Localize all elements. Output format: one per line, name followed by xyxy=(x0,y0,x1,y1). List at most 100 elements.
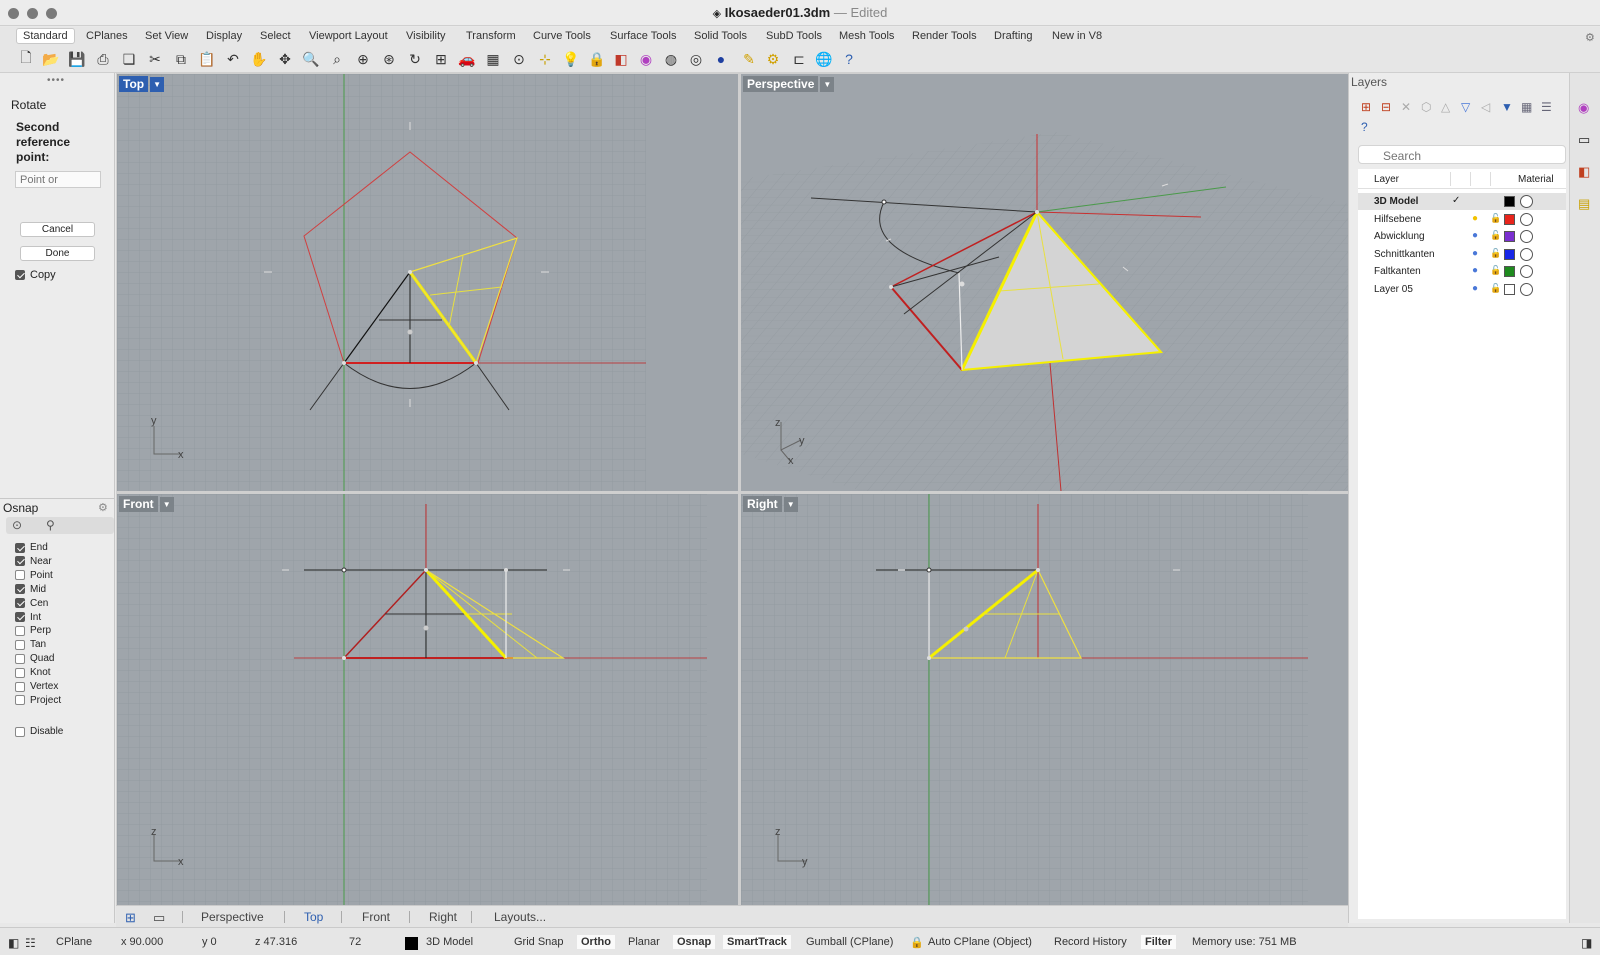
print-icon[interactable]: ⎙ xyxy=(94,50,112,68)
lock-icon[interactable]: 🔒 xyxy=(588,50,606,68)
single-view-layout-icon[interactable]: ▭ xyxy=(153,910,165,926)
paste-icon[interactable]: 📋 xyxy=(198,50,216,68)
tab-set-view[interactable]: Set View xyxy=(145,30,188,42)
viewport-front[interactable]: z x Front ▼ xyxy=(117,494,738,905)
pan-hand-icon[interactable]: ✋ xyxy=(250,50,268,68)
light-bulb-icon[interactable]: 💡 xyxy=(562,50,580,68)
new-sublayer-icon[interactable]: ⊟ xyxy=(1381,100,1391,114)
osnap-checkbox[interactable] xyxy=(15,612,25,622)
viewport-top[interactable]: y x Top ▼ xyxy=(117,74,738,491)
toolbar-settings-icon[interactable]: ⚙ xyxy=(1585,31,1595,44)
vtab-perspective[interactable]: Perspective xyxy=(201,910,264,924)
layer-row[interactable]: 3D Model ✓ xyxy=(1358,193,1566,210)
delete-layer-icon[interactable]: ✕ xyxy=(1401,100,1411,114)
dimension-icon[interactable]: ⊏ xyxy=(790,50,808,68)
unlock-icon[interactable]: 🔓 xyxy=(1490,265,1501,276)
move-view-icon[interactable]: ✥ xyxy=(276,50,294,68)
status-osnap[interactable]: Osnap xyxy=(673,935,716,949)
tab-standard[interactable]: Standard xyxy=(16,28,75,44)
layer-search-input[interactable] xyxy=(1358,145,1566,164)
osnap-settings-icon[interactable]: ⚙ xyxy=(98,501,108,514)
status-record-history[interactable]: Record History xyxy=(1054,936,1127,948)
osnap-checkbox[interactable] xyxy=(15,584,25,595)
status-gumball[interactable]: Gumball (CPlane) xyxy=(806,936,893,948)
osnap-filter-icon[interactable]: ⚲ xyxy=(46,518,55,532)
vtab-layouts[interactable]: Layouts... xyxy=(494,910,546,924)
tab-visibility[interactable]: Visibility xyxy=(406,30,446,42)
tab-surface-tools[interactable]: Surface Tools xyxy=(610,30,676,42)
car-icon[interactable]: 🚗 xyxy=(458,50,476,68)
status-smarttrack[interactable]: SmartTrack xyxy=(723,935,791,949)
copy-icon[interactable]: ⧉ xyxy=(172,50,190,68)
osnap-checkbox[interactable] xyxy=(15,598,25,609)
vtab-top[interactable]: Top xyxy=(304,910,323,924)
layers-icon[interactable]: ◧ xyxy=(612,50,630,68)
tab-new-in-v8[interactable]: New in V8 xyxy=(1052,30,1102,42)
status-filter[interactable]: Filter xyxy=(1141,935,1176,949)
unlock-icon[interactable]: 🔓 xyxy=(1490,230,1501,241)
zoom-extents-icon[interactable]: ⊕ xyxy=(354,50,372,68)
osnap-option-knot[interactable]: Knot xyxy=(15,667,51,678)
osnap-option-vertex[interactable]: Vertex xyxy=(15,681,58,692)
osnap-option-near[interactable]: Near xyxy=(15,556,52,567)
vtab-front[interactable]: Front xyxy=(362,910,390,924)
save-icon[interactable]: 💾 xyxy=(68,50,86,68)
layer-material-swatch[interactable] xyxy=(1520,230,1533,244)
unlock-icon[interactable]: 🔓 xyxy=(1490,213,1501,224)
tab-cplanes[interactable]: CPlanes xyxy=(86,30,128,42)
osnap-disable-option[interactable]: Disable xyxy=(15,726,63,737)
osnap-checkbox[interactable] xyxy=(15,667,25,678)
layer-cube-icon[interactable]: ⬡ xyxy=(1421,100,1431,114)
copy-clip-icon[interactable]: ❏ xyxy=(120,50,138,68)
help-icon[interactable]: ? xyxy=(1361,120,1368,134)
status-grid-snap[interactable]: Grid Snap xyxy=(514,936,564,948)
four-viewports-icon[interactable]: ⊞ xyxy=(432,50,450,68)
tab-render-tools[interactable]: Render Tools xyxy=(912,30,977,42)
osnap-target-icon[interactable]: ⊙ xyxy=(12,518,22,532)
tab-mesh-tools[interactable]: Mesh Tools xyxy=(839,30,894,42)
osnap-checkbox[interactable] xyxy=(15,653,25,664)
grid-plane-icon[interactable]: ▦ xyxy=(484,50,502,68)
osnap-checkbox[interactable] xyxy=(15,556,25,567)
layer-material-swatch[interactable] xyxy=(1520,247,1533,261)
status-layer[interactable]: 3D Model xyxy=(426,936,473,948)
status-cplane[interactable]: CPlane xyxy=(56,936,92,948)
vtab-right[interactable]: Right xyxy=(429,910,457,924)
layer-row[interactable]: Faltkanten ● 🔓 xyxy=(1358,263,1566,280)
filter-icon[interactable]: ▼ xyxy=(1501,100,1513,114)
unlock-icon[interactable]: 🔓 xyxy=(1490,283,1501,294)
layer-color-swatch[interactable] xyxy=(1504,248,1515,260)
open-file-icon[interactable]: 📂 xyxy=(42,50,60,68)
layer-color-swatch[interactable] xyxy=(1504,231,1515,243)
tab-drafting[interactable]: Drafting xyxy=(994,30,1033,42)
panel-grip[interactable]: •••• xyxy=(47,75,65,86)
viewport-perspective[interactable]: z y x Perspective ▼ xyxy=(741,74,1348,491)
new-file-icon[interactable]: 🗋 xyxy=(17,49,35,68)
sidebar-toggle-icon[interactable]: ◧ xyxy=(8,936,19,950)
chevron-down-icon[interactable]: ▼ xyxy=(783,496,798,512)
layer-color-swatch[interactable] xyxy=(1504,213,1515,225)
chevron-down-icon[interactable]: ▼ xyxy=(159,496,174,512)
osnap-checkbox[interactable] xyxy=(15,625,25,636)
osnap-option-point[interactable]: Point xyxy=(15,570,53,581)
layer-row[interactable]: Abwicklung ● 🔓 xyxy=(1358,228,1566,245)
osnap-checkbox[interactable] xyxy=(15,681,25,692)
layer-material-swatch[interactable] xyxy=(1520,195,1533,208)
osnap-option-end[interactable]: End xyxy=(15,542,48,553)
move-left-icon[interactable]: ◁ xyxy=(1481,100,1490,114)
unlock-icon[interactable]: 🔓 xyxy=(1490,248,1501,259)
light-bulb-icon[interactable]: ● xyxy=(1472,265,1478,276)
rendered-sphere-icon[interactable]: ● xyxy=(712,50,730,68)
layer-color-swatch[interactable] xyxy=(1504,196,1515,207)
light-bulb-icon[interactable]: ● xyxy=(1472,283,1478,294)
osnap-option-mid[interactable]: Mid xyxy=(15,584,46,595)
osnap-checkbox[interactable] xyxy=(15,570,25,581)
layer-row[interactable]: Hilfsebene ● 🔓 xyxy=(1358,211,1566,228)
tab-select[interactable]: Select xyxy=(260,30,291,42)
table-view-icon[interactable]: ▦ xyxy=(1521,100,1532,114)
help-icon[interactable]: ? xyxy=(840,50,858,68)
osnap-disable-checkbox[interactable] xyxy=(15,726,25,737)
zoom-selected-icon[interactable]: ⊛ xyxy=(380,50,398,68)
done-button[interactable]: Done xyxy=(20,246,95,261)
properties-panel-icon[interactable]: ▤ xyxy=(1578,196,1590,212)
